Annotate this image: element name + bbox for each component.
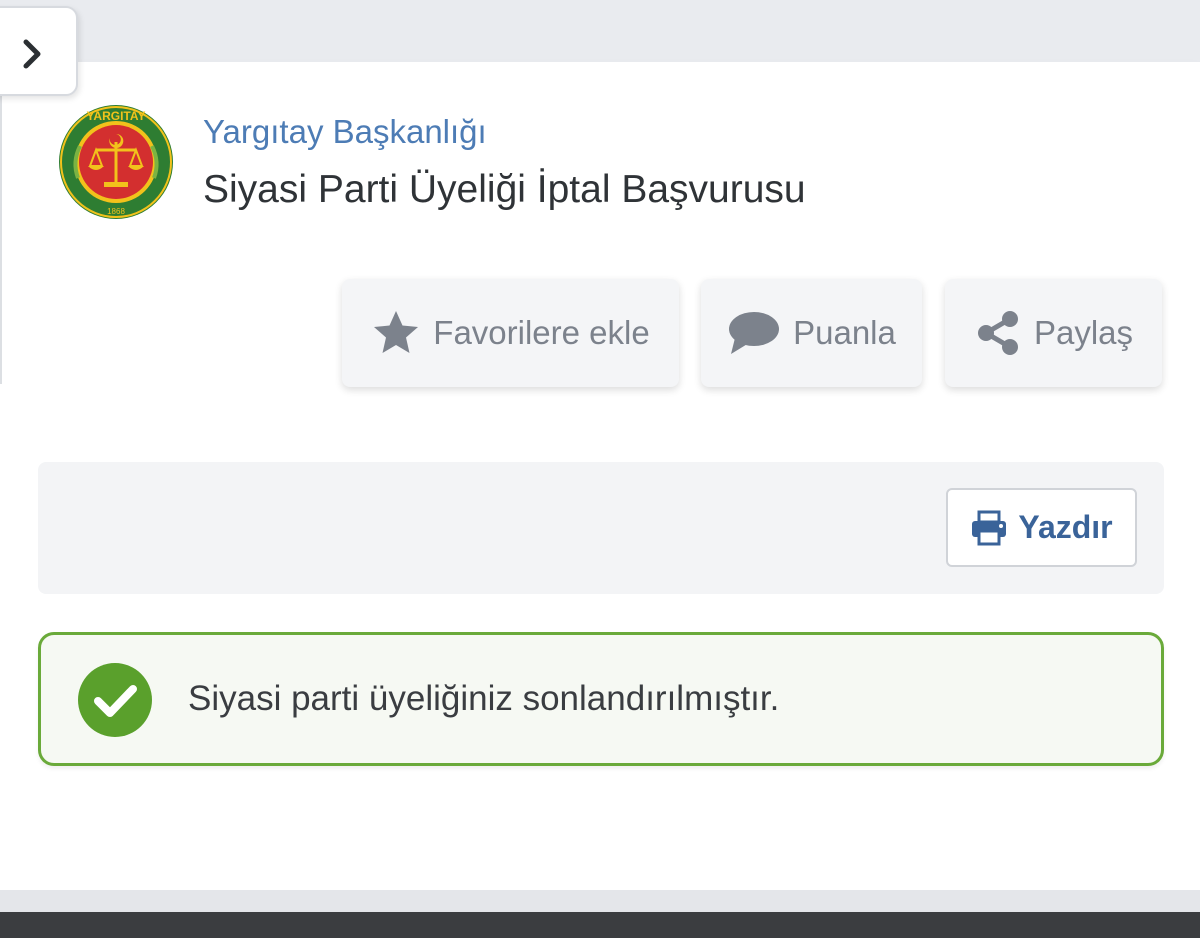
- logo-text: YARGITAY: [87, 109, 146, 123]
- chevron-right-icon: [23, 39, 41, 69]
- top-strip: [0, 0, 1200, 62]
- yargitay-logo: YARGITAY 1868: [58, 104, 174, 220]
- star-icon: [374, 311, 419, 353]
- footer-divider: [0, 890, 1200, 912]
- sidebar-toggle-button[interactable]: [0, 6, 78, 96]
- print-label: Yazdır: [1018, 509, 1113, 545]
- share-button[interactable]: Paylaş: [945, 279, 1162, 387]
- add-to-favorites-label: Favorilere ekle: [433, 314, 650, 351]
- footer-bar: [0, 912, 1200, 938]
- page-title: Siyasi Parti Üyeliği İptal Başvurusu: [203, 168, 806, 211]
- rate-label: Puanla: [793, 314, 896, 351]
- check-circle-icon: [78, 663, 152, 737]
- agency-name[interactable]: Yargıtay Başkanlığı: [203, 113, 487, 151]
- sidebar-edge: [0, 94, 2, 384]
- share-label: Paylaş: [1033, 314, 1134, 351]
- rate-button[interactable]: Puanla: [701, 279, 922, 387]
- speech-bubble-icon: [729, 312, 780, 354]
- success-alert: Siyasi parti üyeliğiniz sonlandırılmıştı…: [38, 632, 1164, 766]
- print-button[interactable]: Yazdır: [946, 488, 1137, 567]
- printer-icon: [972, 510, 1007, 545]
- logo-year: 1868: [107, 207, 125, 216]
- alert-message: Siyasi parti üyeliğiniz sonlandırılmıştı…: [188, 679, 780, 718]
- add-to-favorites-button[interactable]: Favorilere ekle: [342, 279, 679, 387]
- share-icon: [977, 311, 1018, 355]
